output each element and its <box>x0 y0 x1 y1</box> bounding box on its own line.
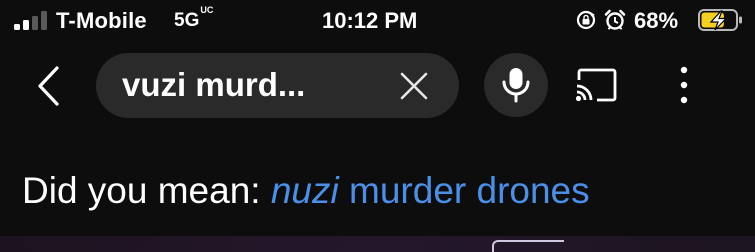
microphone-icon <box>502 68 530 103</box>
suggested-query-link[interactable]: nuzi murder drones <box>271 170 590 211</box>
alarm-icon <box>604 9 626 30</box>
signal-strength-icon <box>14 11 48 30</box>
suggested-query-rest[interactable]: murder drones <box>349 170 590 211</box>
signal-bar <box>41 11 47 30</box>
status-time: 10:12 PM <box>322 8 418 33</box>
search-query-text[interactable]: vuzi murd... <box>122 66 305 104</box>
status-bar: T-Mobile 5GUC 10:12 PM 68% <box>0 0 755 40</box>
orientation-lock-icon <box>576 10 596 30</box>
back-button[interactable] <box>28 62 68 110</box>
carrier-name: T-Mobile <box>56 8 147 33</box>
did-you-mean-label: Did you mean: <box>22 170 261 211</box>
cast-button[interactable] <box>575 68 617 102</box>
network-type: 5GUC <box>174 5 213 32</box>
search-bar[interactable]: vuzi murd... <box>96 53 459 118</box>
signal-bar <box>23 20 29 30</box>
thumbnail-edge[interactable] <box>492 240 564 252</box>
signal-bar <box>32 16 38 30</box>
clear-search-button[interactable] <box>398 70 430 102</box>
did-you-mean-row: Did you mean: nuzi murder drones <box>22 170 590 212</box>
voice-search-button[interactable] <box>484 53 548 117</box>
corrected-word[interactable]: nuzi <box>271 170 339 211</box>
more-options-button[interactable] <box>672 64 696 106</box>
signal-bar <box>14 24 20 30</box>
results-content-peek <box>0 236 755 252</box>
network-badge: UC <box>200 4 214 15</box>
battery-charging-icon <box>698 9 742 31</box>
network-label: 5G <box>174 10 200 31</box>
screen: T-Mobile 5GUC 10:12 PM 68% vuzi murd... … <box>0 0 755 252</box>
battery-percentage: 68% <box>634 8 679 33</box>
